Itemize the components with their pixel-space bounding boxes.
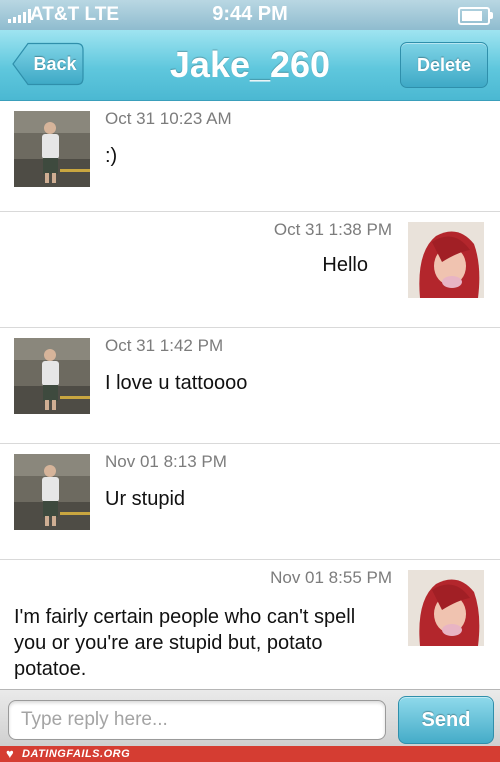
avatar-jake[interactable] (14, 338, 90, 414)
watermark-strip: ♥ DATINGFAILS.ORG (0, 746, 500, 762)
delete-button[interactable]: Delete (400, 42, 488, 88)
battery-icon (458, 7, 493, 25)
message-text: :) (105, 145, 118, 167)
avatar-self[interactable] (408, 570, 484, 646)
navigation-bar: Back Jake_260 Delete (0, 30, 500, 101)
message-text: I'm fairly certain people who can't spel… (14, 606, 356, 680)
message-timestamp: Oct 31 1:42 PM (105, 336, 224, 355)
message-timestamp: Nov 01 8:55 PM (270, 568, 392, 587)
heart-icon: ♥ (6, 746, 14, 761)
message-item: Oct 31 1:38 PM Hello (0, 212, 500, 328)
clock: 9:44 PM (212, 3, 288, 25)
reply-bar: Send (0, 689, 500, 747)
avatar-jake[interactable] (14, 111, 90, 187)
message-item: Oct 31 1:42 PM I love u tattoooo (0, 328, 500, 444)
reply-input[interactable] (8, 700, 386, 740)
message-item: Nov 01 8:13 PM Ur stupid (0, 444, 500, 560)
status-bar: AT&T LTE 9:44 PM (0, 0, 500, 30)
message-timestamp: Nov 01 8:13 PM (105, 452, 227, 471)
message-timestamp: Oct 31 1:38 PM (273, 220, 392, 239)
message-text: Ur stupid (105, 488, 186, 510)
message-text: Hello (322, 254, 368, 276)
avatar-self[interactable] (408, 222, 484, 298)
send-button[interactable]: Send (398, 696, 494, 744)
message-list[interactable]: Oct 31 10:23 AM :) Oct 31 1:38 PM Hello … (0, 101, 500, 689)
message-timestamp: Oct 31 10:23 AM (105, 109, 232, 128)
avatar-jake[interactable] (14, 454, 90, 530)
message-item: Nov 01 8:55 PM I'm fairly certain people… (0, 560, 500, 689)
message-text: I love u tattoooo (105, 372, 248, 394)
message-item: Oct 31 10:23 AM :) (0, 101, 500, 212)
watermark-text: DATINGFAILS.ORG (22, 748, 131, 760)
